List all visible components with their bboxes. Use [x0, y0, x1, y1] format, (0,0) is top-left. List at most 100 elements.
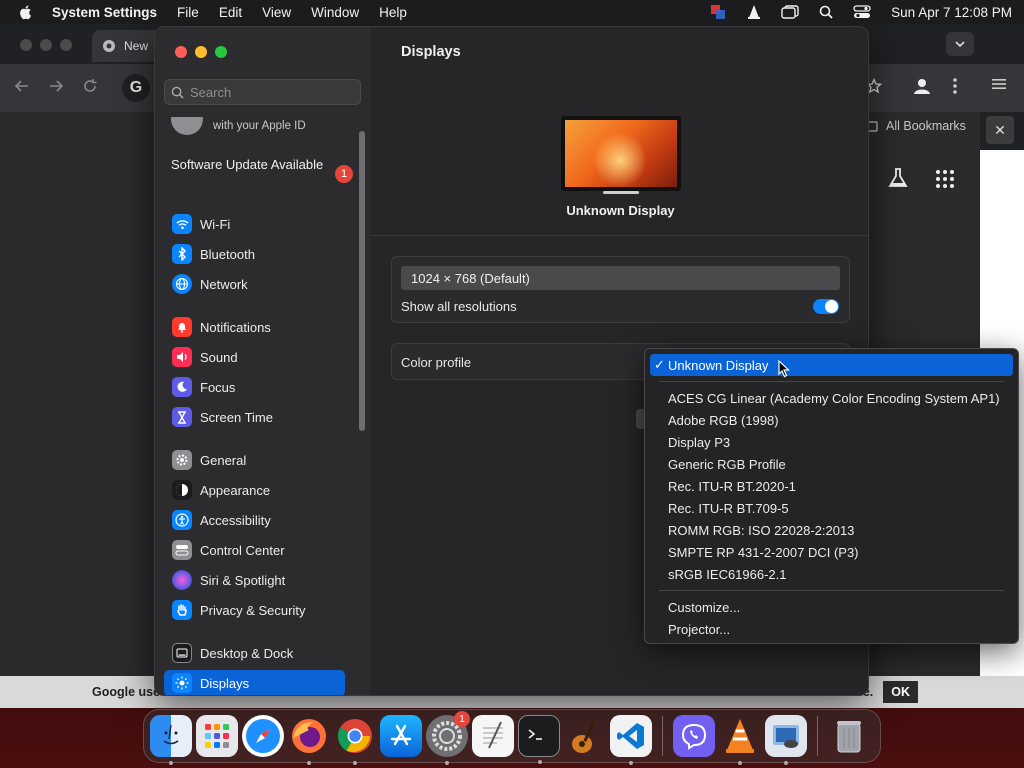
tab-search-button[interactable] [946, 32, 974, 56]
sidebar-search[interactable] [164, 79, 361, 105]
firefox-icon[interactable] [288, 715, 330, 765]
launchpad-icon[interactable] [196, 715, 238, 757]
display-preview[interactable] [561, 116, 681, 191]
help-menu[interactable]: Help [379, 5, 407, 20]
profile-icon[interactable] [912, 76, 932, 96]
side-panel-icon[interactable] [992, 78, 1006, 90]
sidebar-item-control-center[interactable]: Control Center [164, 537, 345, 563]
sidebar-item-desktop-dock[interactable]: Desktop & Dock [164, 640, 345, 666]
sidebar-item-screen-time[interactable]: Screen Time [164, 404, 345, 430]
garageband-icon[interactable] [564, 715, 606, 757]
menu-item-profile[interactable]: ROMM RGB: ISO 22028-2:2013 [650, 519, 1013, 541]
cookie-ok-button[interactable]: OK [883, 681, 918, 703]
sidebar-item-label: Displays [200, 675, 250, 691]
sidebar-item-label: General [200, 452, 247, 468]
update-badge: 1 [335, 165, 353, 183]
search-input[interactable] [190, 84, 350, 100]
menu-item-profile[interactable]: SMPTE RP 431-2-2007 DCI (P3) [650, 541, 1013, 563]
vscode-icon[interactable] [610, 715, 652, 765]
search-icon[interactable] [817, 4, 835, 20]
sidebar-item-sound[interactable]: Sound [164, 344, 345, 370]
apps-grid-icon[interactable] [934, 168, 956, 190]
sidebar-item-notifications[interactable]: Notifications [164, 314, 345, 340]
all-bookmarks[interactable]: All Bookmarks [866, 119, 966, 133]
all-bookmarks-label: All Bookmarks [886, 119, 966, 133]
app-store-icon[interactable] [380, 715, 422, 757]
sidebar-item-focus[interactable]: Focus [164, 374, 345, 400]
sidebar-item-displays[interactable]: Displays [164, 670, 345, 695]
view-menu[interactable]: View [262, 5, 291, 20]
browser-tab[interactable]: New [92, 30, 162, 62]
menu-item-unknown-display[interactable]: ✓ Unknown Display [650, 354, 1013, 376]
sidebar-item-appearance[interactable]: Appearance [164, 477, 345, 503]
display-wallpaper [565, 120, 677, 187]
sidebar-item-label: Accessibility [200, 512, 271, 528]
chrome-icon[interactable] [334, 715, 376, 765]
finder-icon[interactable] [150, 715, 192, 765]
file-menu[interactable]: File [177, 5, 199, 20]
reload-icon[interactable] [82, 78, 98, 94]
menu-item-profile[interactable]: ACES CG Linear (Academy Color Encoding S… [650, 387, 1013, 409]
sidebar-item-privacy[interactable]: Privacy & Security [164, 597, 345, 623]
back-icon[interactable] [14, 78, 30, 94]
close-window-button[interactable] [175, 46, 187, 58]
apple-id-subtitle: with your Apple ID [213, 120, 306, 132]
edit-menu[interactable]: Edit [219, 5, 242, 20]
display-stand [603, 191, 639, 194]
window-menu[interactable]: Window [311, 5, 359, 20]
bluetooth-icon [172, 244, 192, 264]
menu-item-projector[interactable]: Projector... [650, 618, 1013, 640]
sidebar-scrollbar[interactable] [359, 131, 365, 431]
menu-item-profile[interactable]: Display P3 [650, 431, 1013, 453]
gear-icon [172, 450, 192, 470]
apple-icon[interactable] [18, 4, 34, 20]
preview-icon[interactable] [765, 715, 807, 765]
google-letter: G [129, 79, 143, 96]
menu-item-profile[interactable]: Rec. ITU-R BT.2020-1 [650, 475, 1013, 497]
labs-icon[interactable] [886, 166, 910, 190]
control-center-icon[interactable] [853, 4, 871, 20]
close-icon[interactable]: ✕ [986, 116, 1014, 144]
chrome-tab-icon [103, 40, 115, 52]
trash-icon[interactable] [828, 715, 870, 757]
checkmark-icon: ✓ [654, 357, 665, 372]
sidebar-item-network[interactable]: Network [164, 271, 345, 297]
minimize-window-button[interactable] [195, 46, 207, 58]
safari-icon[interactable] [242, 715, 284, 757]
menu-item-profile[interactable]: Rec. ITU-R BT.709-5 [650, 497, 1013, 519]
viber-icon[interactable] [673, 715, 715, 757]
window-traffic-lights [175, 46, 227, 58]
vlc-icon[interactable] [719, 715, 761, 765]
sidebar-item-label: Focus [200, 379, 236, 395]
apple-id-item[interactable]: with your Apple ID [171, 117, 306, 135]
textedit-icon[interactable] [472, 715, 514, 757]
menu-item-profile[interactable]: sRGB IEC61966-2.1 [650, 563, 1013, 585]
avatar [171, 117, 203, 135]
sidebar-item-siri[interactable]: Siri & Spotlight [164, 567, 345, 593]
system-settings-icon[interactable]: 1 [426, 711, 470, 765]
kebab-menu-icon[interactable] [952, 76, 958, 96]
sidebar-item-general[interactable]: General [164, 447, 345, 473]
terminal-icon[interactable] [518, 715, 560, 764]
menu-item-profile[interactable]: Generic RGB Profile [650, 453, 1013, 475]
menu-item-customize[interactable]: Customize... [650, 596, 1013, 618]
zoom-window-button[interactable] [215, 46, 227, 58]
window-overview-icon[interactable] [781, 4, 799, 20]
sidebar-item-accessibility[interactable]: Accessibility [164, 507, 345, 533]
menubar-clock[interactable]: Sun Apr 7 12:08 PM [891, 5, 1012, 20]
app-menu[interactable]: System Settings [52, 5, 157, 20]
focus-icon [172, 377, 192, 397]
screen-share-icon[interactable] [709, 4, 727, 20]
forward-icon[interactable] [48, 78, 64, 94]
sidebar-item-wifi[interactable]: Wi-Fi [164, 211, 345, 237]
google-icon[interactable]: G [122, 74, 150, 102]
sidebar-item-label: Sound [200, 349, 238, 365]
resolution-option[interactable]: 1024 × 768 (Default) [401, 266, 840, 290]
sidebar-item-label: Siri & Spotlight [200, 572, 286, 588]
software-update-item[interactable]: Software Update Available 1 [171, 157, 355, 183]
vlc-menu-icon[interactable] [745, 4, 763, 20]
show-all-resolutions-toggle[interactable] [813, 299, 839, 314]
sidebar-item-bluetooth[interactable]: Bluetooth [164, 241, 345, 267]
menu-item-profile[interactable]: Adobe RGB (1998) [650, 409, 1013, 431]
color-profile-menu: ✓ Unknown Display ACES CG Linear (Academ… [644, 348, 1019, 644]
